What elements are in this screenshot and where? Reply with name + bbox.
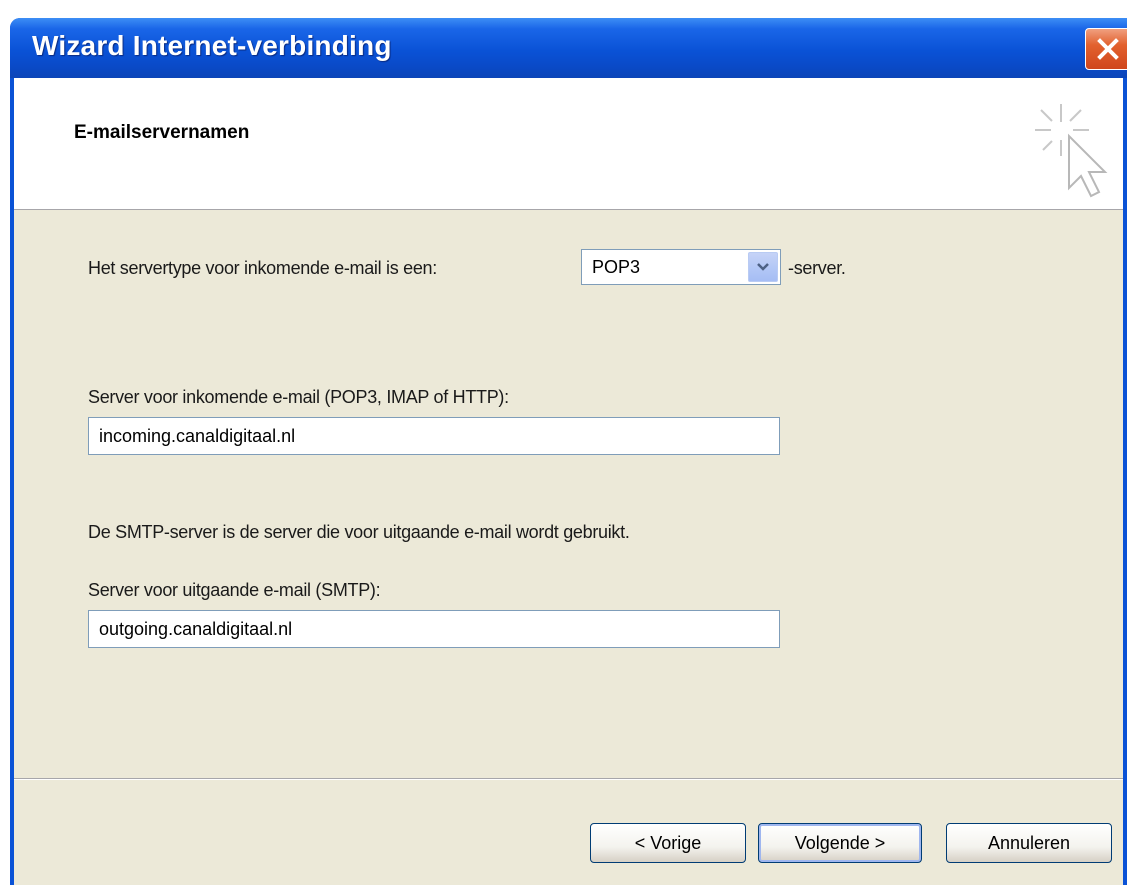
server-type-suffix: -server. (788, 258, 846, 278)
outgoing-server-label: Server voor uitgaande e-mail (SMTP): (88, 580, 381, 600)
title-bar[interactable]: Wizard Internet-verbinding (10, 18, 1127, 78)
smtp-info-text: De SMTP-server is de server die voor uit… (88, 522, 630, 542)
close-x-icon (1097, 38, 1119, 60)
window-title: Wizard Internet-verbinding (32, 30, 392, 61)
next-button[interactable]: Volgende > (758, 823, 922, 863)
wizard-cursor-icon (1035, 104, 1108, 198)
dialog-client-area: E-mailservernamen Het servertype voor in… (14, 78, 1123, 885)
outgoing-server-input[interactable] (88, 610, 780, 648)
wizard-header: E-mailservernamen (14, 78, 1123, 210)
close-icon[interactable] (1085, 28, 1127, 70)
incoming-server-label: Server voor inkomende e-mail (POP3, IMAP… (88, 387, 509, 407)
footer-separator (14, 778, 1123, 780)
cancel-button[interactable]: Annuleren (946, 823, 1112, 863)
server-type-select[interactable]: POP3 (581, 249, 781, 285)
wizard-window: Wizard Internet-verbinding E-mailservern… (10, 18, 1127, 885)
server-type-label: Het servertype voor inkomende e-mail is … (88, 258, 437, 278)
back-button[interactable]: < Vorige (590, 823, 746, 863)
screen-edge (0, 0, 10, 885)
incoming-server-input[interactable] (88, 417, 780, 455)
dropdown-arrow-glyph (757, 263, 769, 271)
server-type-value: POP3 (592, 257, 641, 277)
chevron-down-icon[interactable] (748, 252, 778, 282)
page-title: E-mailservernamen (74, 122, 250, 143)
